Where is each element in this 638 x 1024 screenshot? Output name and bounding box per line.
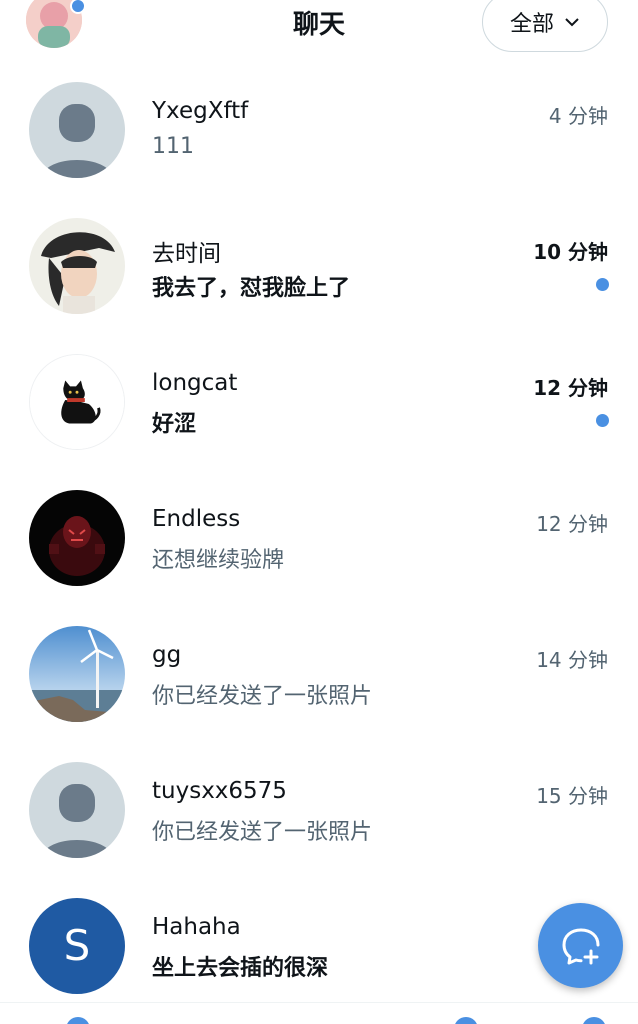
unread-indicator [596, 278, 609, 291]
chat-row-5[interactable]: tuysxx6575 你已经发送了一张照片 15 分钟 [0, 742, 638, 878]
chat-preview: 还想继续验牌 [152, 548, 285, 573]
chat-row-4[interactable]: gg 你已经发送了一张照片 14 分钟 [0, 606, 638, 742]
chat-row-0[interactable]: YxegXftf 111 4 分钟 [0, 62, 638, 198]
chat-preview: 你已经发送了一张照片 [152, 820, 373, 845]
default-avatar[interactable] [29, 82, 125, 178]
new-message-icon [562, 928, 599, 964]
letter-avatar[interactable]: S [29, 898, 125, 994]
filter-label: 全部 [509, 12, 554, 37]
chat-name: Hahaha [152, 914, 241, 940]
chat-preview: 你已经发送了一张照片 [152, 684, 373, 709]
chat-name: YxegXftf [152, 98, 249, 124]
new-message-button[interactable] [538, 903, 623, 988]
messages-icon[interactable] [582, 1017, 606, 1024]
chat-time: 15 分钟 [536, 784, 608, 808]
chat-name: tuysxx6575 [152, 778, 287, 804]
chat-time: 10 分钟 [533, 240, 608, 264]
chevron-down-icon [565, 18, 579, 27]
chat-time: 14 分钟 [536, 648, 608, 672]
chat-time: 12 分钟 [533, 376, 608, 400]
wind-turbine-avatar[interactable] [29, 626, 125, 722]
header: 聊天 全部 [0, 0, 638, 60]
default-avatar[interactable] [29, 762, 125, 858]
chat-time: 4 分钟 [548, 104, 608, 128]
chat-time: 12 分钟 [536, 512, 608, 536]
dark-mask-avatar[interactable] [29, 490, 125, 586]
chat-name: gg [152, 642, 182, 668]
communities-icon[interactable] [454, 1017, 478, 1024]
chat-name: longcat [152, 370, 238, 396]
black-cat-avatar[interactable] [29, 354, 125, 450]
chat-row-2[interactable]: longcat 好涩 12 分钟 [0, 334, 638, 470]
filter-dropdown-button[interactable]: 全部 [482, 0, 608, 52]
chat-name: 去时间 [152, 241, 221, 267]
chat-row-1[interactable]: 去时间 我去了，怼我脸上了 10 分钟 [0, 198, 638, 334]
chat-preview: 111 [152, 134, 194, 159]
photo-avatar[interactable] [29, 218, 125, 314]
bottom-nav [0, 1002, 638, 1024]
chat-name: Endless [152, 506, 241, 532]
avatar-letter: S [64, 921, 91, 970]
home-icon[interactable] [66, 1017, 90, 1024]
chat-preview: 我去了，怼我脸上了 [152, 276, 351, 301]
chat-preview: 坐上去会插的很深 [152, 956, 329, 981]
chat-preview: 好涩 [152, 412, 197, 437]
chat-screen: 聊天 全部 YxegXftf 111 4 分钟 去时间 我去了，怼我脸上了 10… [0, 0, 638, 1024]
chat-list: YxegXftf 111 4 分钟 去时间 我去了，怼我脸上了 10 分钟 lo… [0, 62, 638, 1014]
unread-indicator [596, 414, 609, 427]
chat-row-3[interactable]: Endless 还想继续验牌 12 分钟 [0, 470, 638, 606]
